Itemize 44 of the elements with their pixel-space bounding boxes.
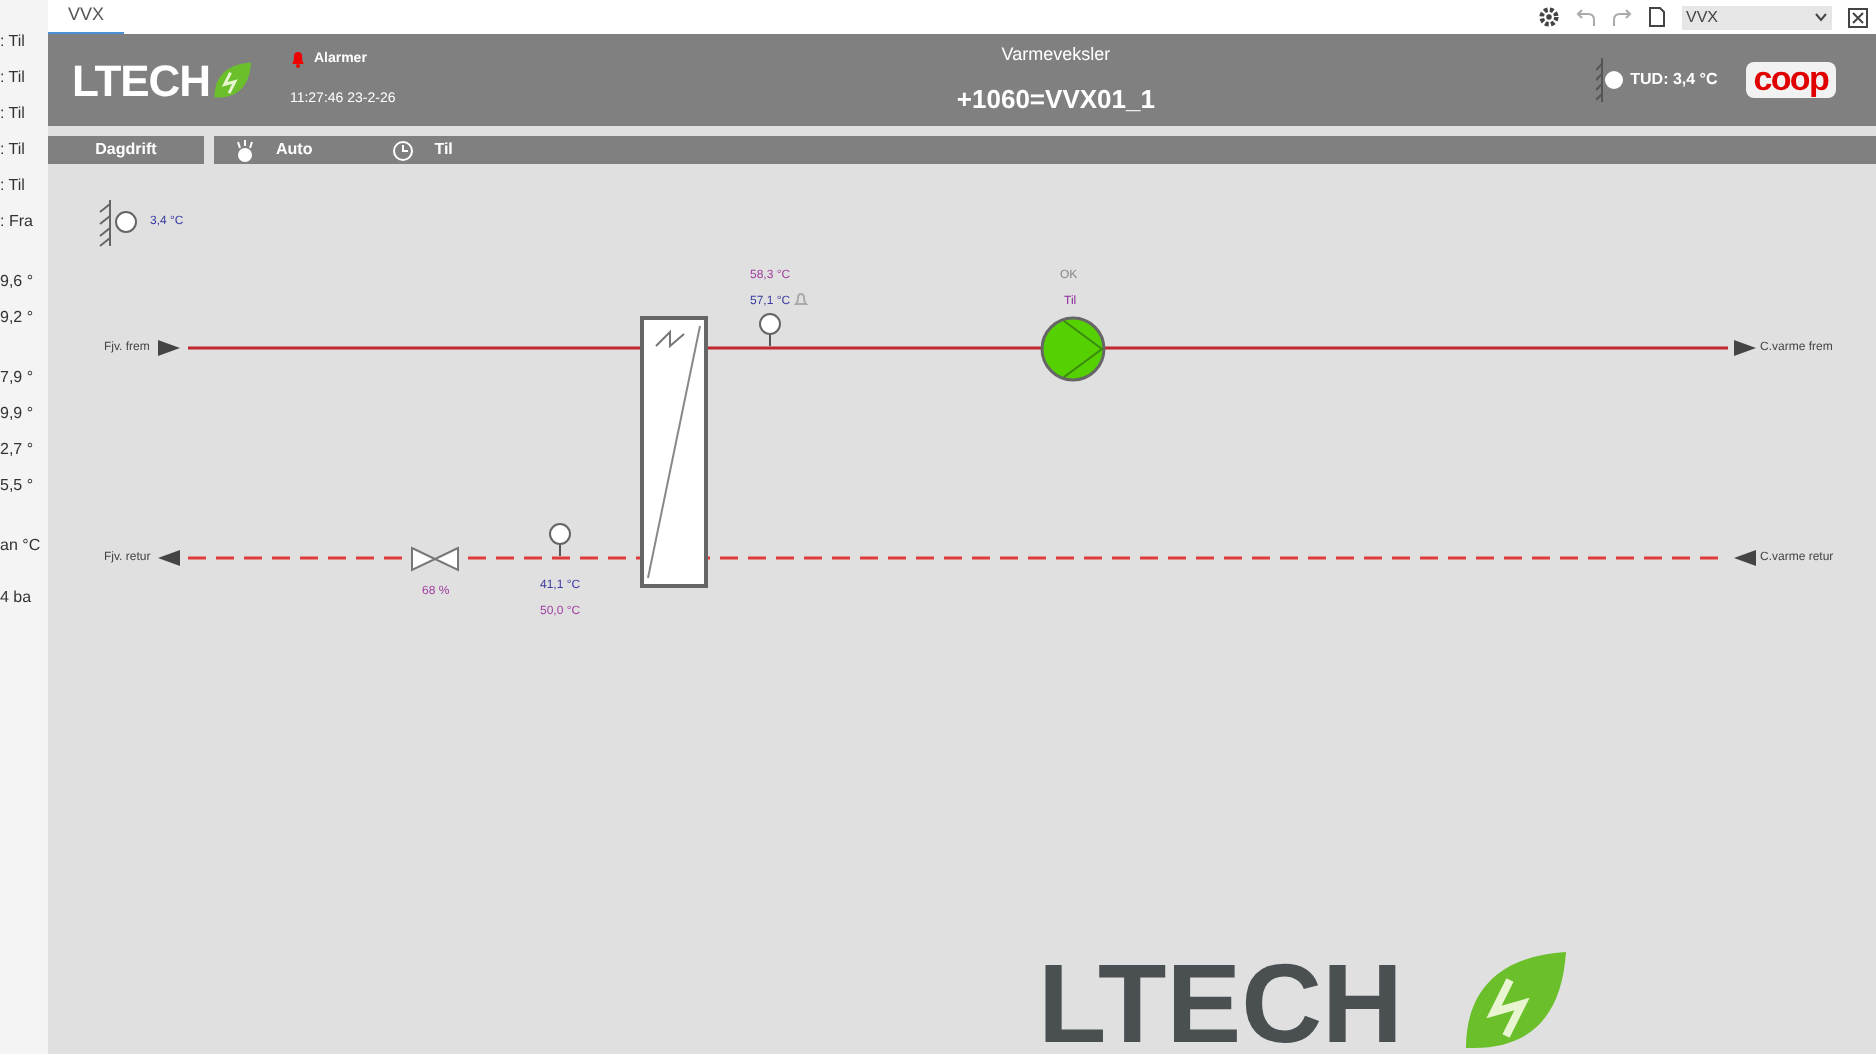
- close-icon[interactable]: [1848, 7, 1868, 27]
- title-text: +1060=VVX01_1: [956, 82, 1155, 118]
- temperature-sensor: [548, 522, 572, 558]
- panel-fragment-text: 9,9 °: [0, 404, 36, 424]
- valve-icon[interactable]: [410, 546, 460, 572]
- panel-fragment-text: 9,6 °: [0, 272, 36, 292]
- pump-icon[interactable]: [1040, 316, 1106, 382]
- outdoor-temp-text: TUD: 3,4 °C: [1630, 68, 1718, 92]
- heat-exchanger[interactable]: [640, 316, 708, 588]
- panel-fragment-text: 5,5 °: [0, 476, 36, 496]
- outdoor-sensor-icon: [98, 198, 142, 248]
- panel-fragment-text: : Til: [0, 176, 27, 196]
- panel-fragment-text: : Til: [0, 68, 27, 88]
- panel-fragment-text: 9,2 °: [0, 308, 36, 328]
- state-label[interactable]: Til: [434, 138, 453, 162]
- background-logo-text: LTECH: [1038, 948, 1403, 1054]
- panel-fragment-text: 2,7 °: [0, 440, 36, 460]
- mode-button[interactable]: Dagdrift: [48, 136, 204, 164]
- outdoor-sensor-icon: [1596, 56, 1625, 104]
- settings-icon[interactable]: [1538, 6, 1560, 28]
- view-select[interactable]: VVX: [1682, 5, 1832, 29]
- panel-fragment-text: : Fra: [0, 212, 35, 232]
- panel-fragment-text: 4 ba: [0, 588, 34, 608]
- flow-arrow-icon: [1734, 340, 1756, 356]
- flow-arrow-icon: [158, 550, 180, 566]
- document-icon[interactable]: [1648, 6, 1666, 28]
- undo-icon[interactable]: [1576, 7, 1596, 27]
- chevron-down-icon[interactable]: [1814, 12, 1828, 22]
- flow-arrow-icon: [158, 340, 180, 356]
- panel-fragment-text: : Til: [0, 140, 27, 160]
- brand-logo: coop: [1745, 62, 1836, 98]
- hand-icon[interactable]: [234, 139, 256, 161]
- panel-fragment-text: an °C: [0, 536, 43, 556]
- flow-arrow-icon: [1734, 550, 1756, 566]
- panel-fragment-text: 7,9 °: [0, 368, 36, 388]
- logo-text: LTECH: [72, 53, 210, 109]
- panel-fragment-text: : Til: [0, 32, 27, 52]
- clock-icon[interactable]: [392, 139, 415, 161]
- subtitle-text: Varmeveksler: [1001, 41, 1111, 67]
- leaf-logo-icon: [209, 58, 254, 102]
- redo-icon[interactable]: [1612, 7, 1632, 27]
- auto-label[interactable]: Auto: [276, 138, 313, 162]
- temperature-sensor: [758, 312, 782, 348]
- panel-fragment-text: : Til: [0, 104, 27, 124]
